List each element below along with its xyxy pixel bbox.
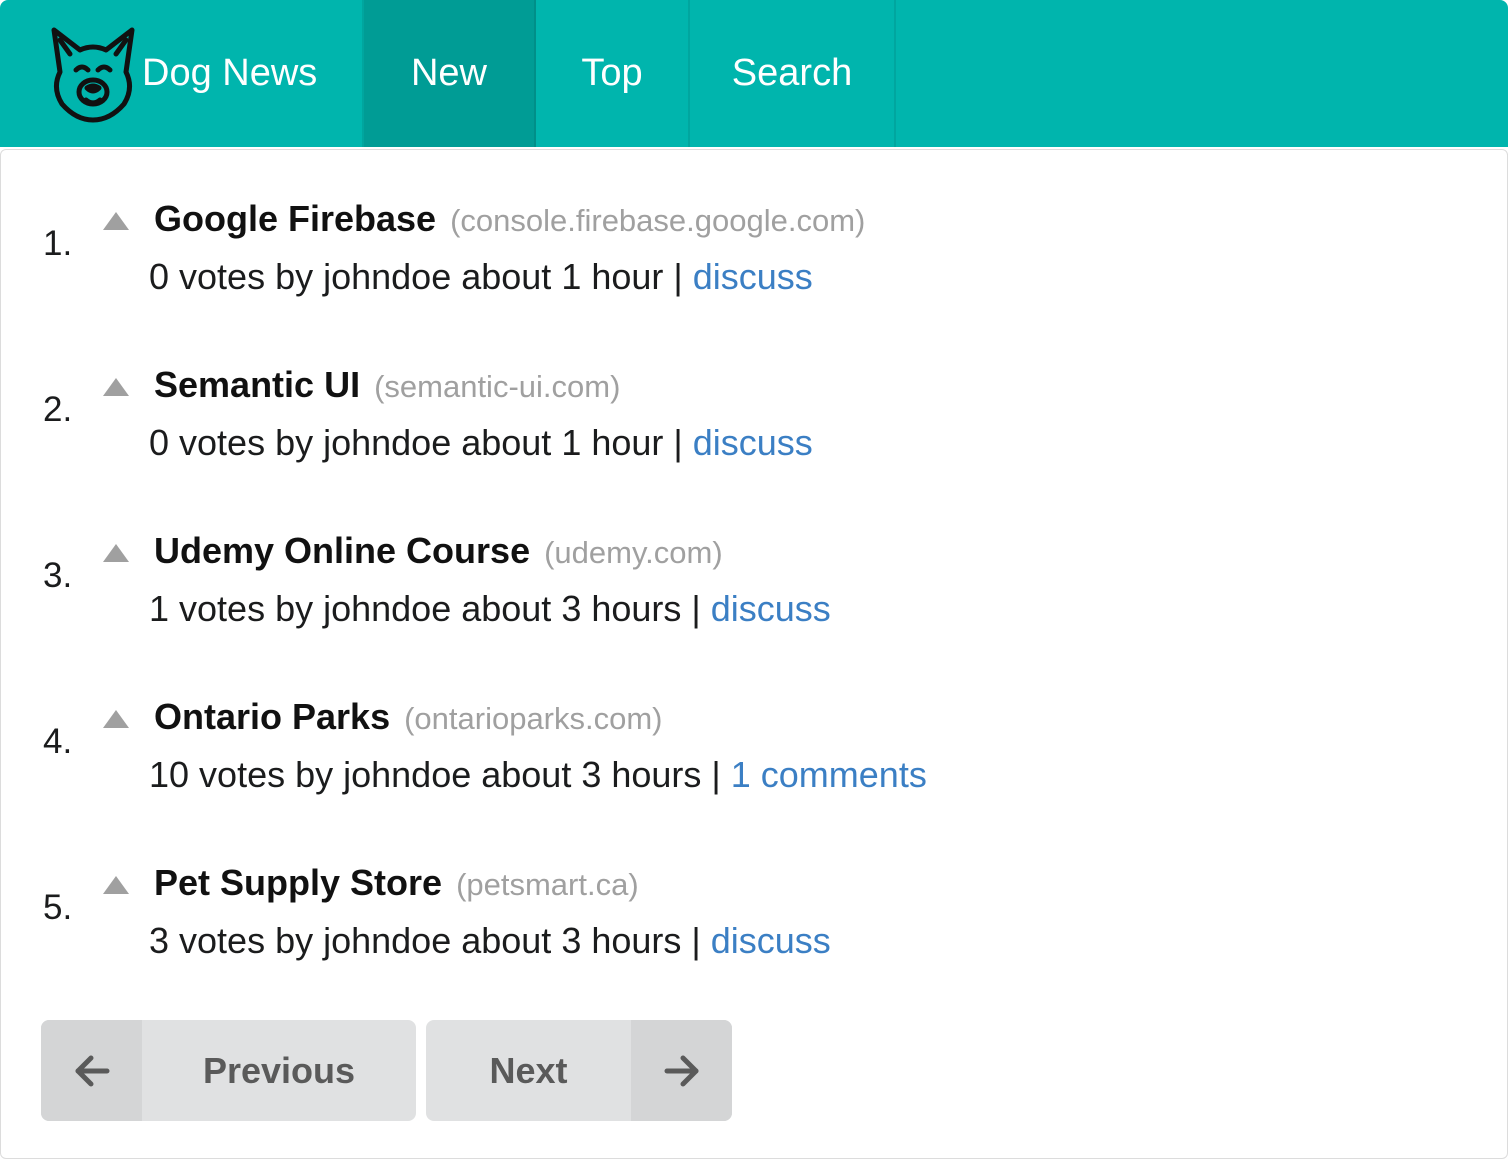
story-title-line: Ontario Parks (ontarioparks.com)	[154, 696, 663, 738]
next-label: Next	[489, 1049, 568, 1091]
previous-icon-box	[41, 1020, 142, 1121]
story-meta-text: 0 votes by johndoe about 1 hour |	[149, 422, 693, 463]
stories-panel: 1. Google Firebase (console.firebase.goog…	[0, 149, 1508, 1159]
story-item: 1. Google Firebase (console.firebase.goog…	[1, 198, 1401, 330]
story-domain: (ontarioparks.com)	[404, 701, 663, 736]
story-title-line: Udemy Online Course (udemy.com)	[154, 530, 723, 572]
story-rank: 2.	[43, 390, 73, 429]
nav-search[interactable]: Search	[690, 0, 896, 147]
story-meta-text: 1 votes by johndoe about 3 hours |	[149, 588, 711, 629]
story-title-link[interactable]: Semantic UI	[154, 364, 360, 405]
previous-label: Previous	[202, 1049, 356, 1091]
story-discuss-link[interactable]: discuss	[711, 588, 831, 629]
story-meta: 0 votes by johndoe about 1 hour | discus…	[149, 256, 813, 298]
brand-link[interactable]: Dog News	[0, 0, 364, 147]
story-meta: 10 votes by johndoe about 3 hours | 1 co…	[149, 754, 927, 796]
story-domain: (console.firebase.google.com)	[450, 203, 866, 238]
story-item: 2. Semantic UI (semantic-ui.com) 0 votes …	[1, 364, 1401, 496]
story-discuss-link[interactable]: discuss	[711, 920, 831, 961]
upvote-icon[interactable]	[103, 378, 129, 396]
upvote-icon[interactable]	[103, 212, 129, 230]
previous-button[interactable]: Previous	[41, 1020, 416, 1121]
arrow-left-icon	[75, 1055, 109, 1086]
story-title-link[interactable]: Udemy Online Course	[154, 530, 530, 571]
story-domain: (petsmart.ca)	[456, 867, 639, 902]
story-title-line: Google Firebase (console.firebase.google.…	[154, 198, 865, 240]
story-domain: (udemy.com)	[544, 535, 723, 570]
story-title-line: Pet Supply Store (petsmart.ca)	[154, 862, 639, 904]
upvote-icon[interactable]	[103, 876, 129, 894]
story-rank: 5.	[43, 888, 73, 927]
story-meta: 3 votes by johndoe about 3 hours | discu…	[149, 920, 831, 962]
top-menu: Dog News New Top Search	[0, 0, 1508, 147]
story-meta-text: 0 votes by johndoe about 1 hour |	[149, 256, 693, 297]
upvote-icon[interactable]	[103, 544, 129, 562]
story-item: 3. Udemy Online Course (udemy.com) 1 vote…	[1, 530, 1401, 662]
story-discuss-link[interactable]: discuss	[693, 256, 813, 297]
story-title-link[interactable]: Ontario Parks	[154, 696, 390, 737]
next-icon-box	[631, 1020, 732, 1121]
story-title-link[interactable]: Pet Supply Store	[154, 862, 442, 903]
story-item: 4. Ontario Parks (ontarioparks.com) 10 vo…	[1, 696, 1401, 828]
story-comments-link[interactable]: 1 comments	[731, 754, 927, 795]
story-meta-text: 10 votes by johndoe about 3 hours |	[149, 754, 731, 795]
story-discuss-link[interactable]: discuss	[693, 422, 813, 463]
nav-top[interactable]: Top	[536, 0, 690, 147]
arrow-right-icon	[664, 1055, 698, 1086]
brand-name: Dog News	[142, 52, 318, 94]
upvote-icon[interactable]	[103, 710, 129, 728]
story-meta: 1 votes by johndoe about 3 hours | discu…	[149, 588, 831, 630]
story-rank: 4.	[43, 722, 73, 761]
story-meta-text: 3 votes by johndoe about 3 hours |	[149, 920, 711, 961]
story-domain: (semantic-ui.com)	[374, 369, 621, 404]
story-item: 5. Pet Supply Store (petsmart.ca) 3 votes…	[1, 862, 1401, 994]
nav-new[interactable]: New	[364, 0, 536, 147]
next-button[interactable]: Next	[426, 1020, 732, 1121]
story-title-line: Semantic UI (semantic-ui.com)	[154, 364, 620, 406]
story-title-link[interactable]: Google Firebase	[154, 198, 436, 239]
story-rank: 1.	[43, 224, 73, 263]
dog-face-icon	[51, 27, 135, 122]
story-meta: 0 votes by johndoe about 1 hour | discus…	[149, 422, 813, 464]
story-rank: 3.	[43, 556, 73, 595]
